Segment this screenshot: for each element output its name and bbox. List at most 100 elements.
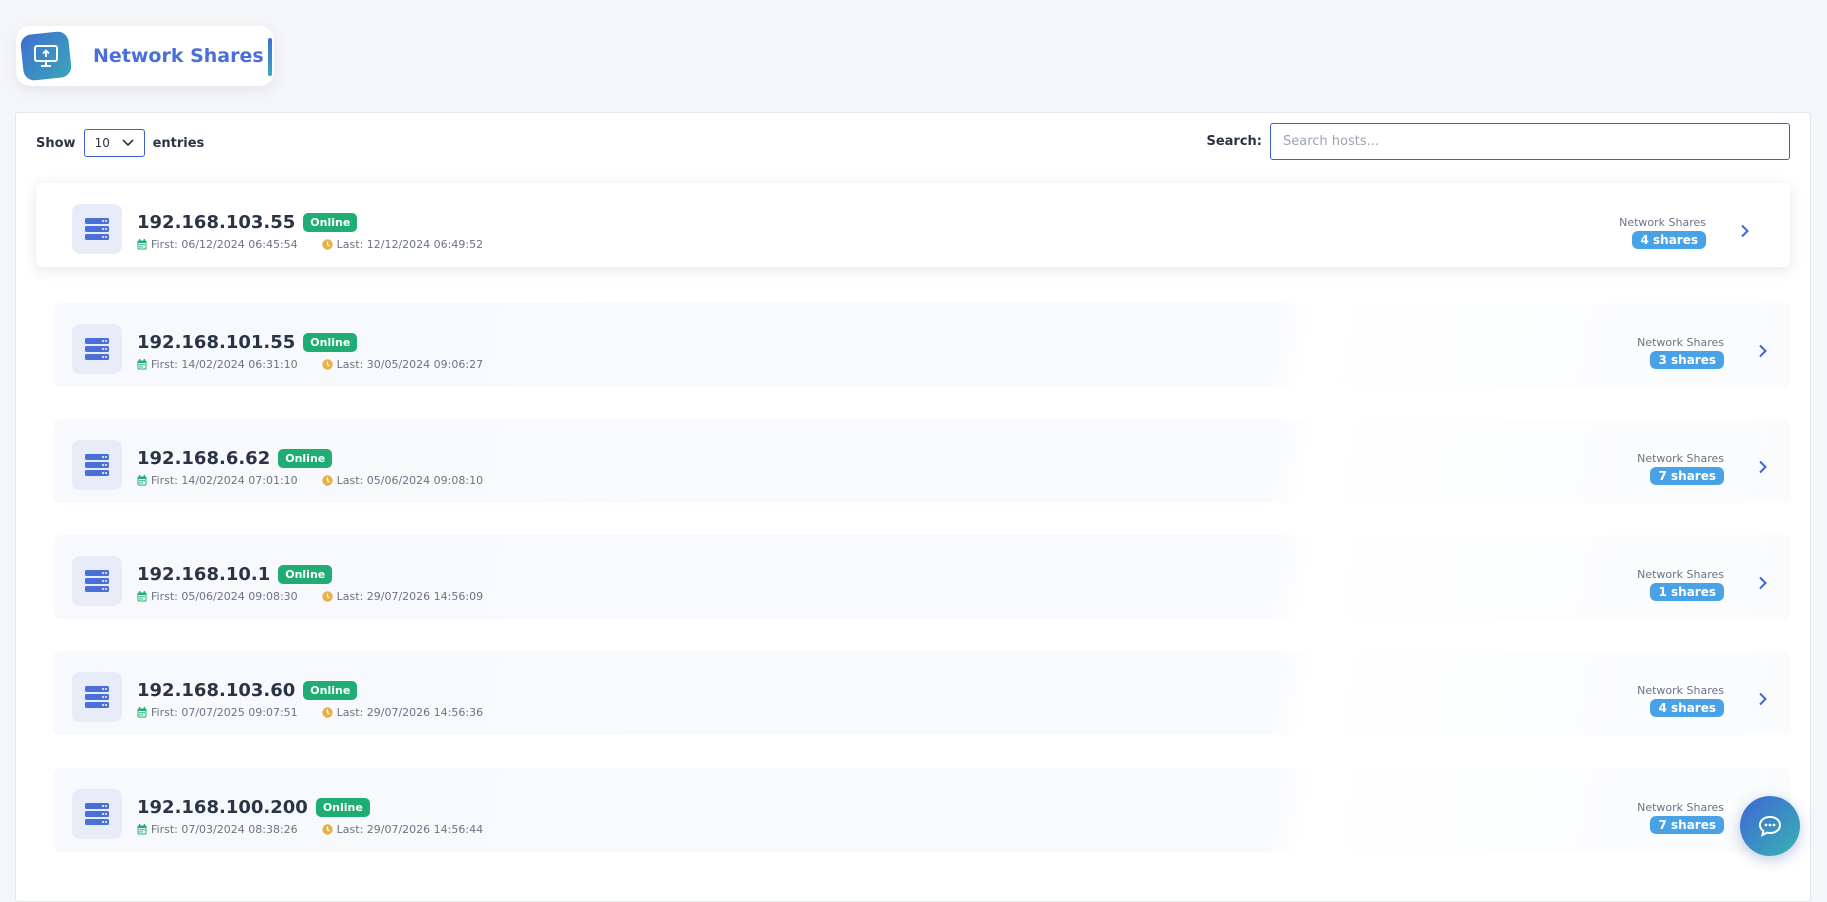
entries-select-value: 10 <box>94 136 110 150</box>
first-seen: First: 14/02/2024 07:01:10 <box>137 474 298 487</box>
clock-icon <box>321 359 333 370</box>
status-badge: Online <box>303 333 358 352</box>
host-ip: 192.168.101.55 <box>137 332 296 353</box>
host-row[interactable]: 192.168.10.1 Online First: 05/06/2024 09… <box>54 535 1790 619</box>
monitor-upload-icon <box>19 30 73 82</box>
last-seen: Last: 05/06/2024 09:08:10 <box>321 474 484 487</box>
host-title: 192.168.100.200 Online <box>137 797 370 818</box>
first-seen: First: 07/07/2025 09:07:51 <box>137 706 298 719</box>
entries-control: Show 10 entries <box>36 129 204 157</box>
shares-block: Network Shares 4 shares <box>1619 216 1706 249</box>
shares-label: Network Shares <box>1637 801 1724 814</box>
last-seen: Last: 29/07/2026 14:56:09 <box>321 590 484 603</box>
shares-block: Network Shares 7 shares <box>1637 452 1724 485</box>
last-seen-text: Last: 05/06/2024 09:08:10 <box>336 474 484 487</box>
clock-icon <box>321 824 333 835</box>
clock-icon <box>321 707 333 718</box>
shares-count-badge: 1 shares <box>1650 583 1724 601</box>
chevron-right-icon[interactable] <box>1758 460 1768 474</box>
shares-count-badge: 4 shares <box>1650 699 1724 717</box>
host-ip: 192.168.10.1 <box>137 564 271 585</box>
last-seen-text: Last: 29/07/2026 14:56:44 <box>336 823 484 836</box>
host-meta: First: 07/03/2024 08:38:26 Last: 29/07/2… <box>137 823 483 836</box>
last-seen-text: Last: 29/07/2026 14:56:09 <box>336 590 484 603</box>
first-seen-text: First: 14/02/2024 06:31:10 <box>151 358 298 371</box>
last-seen: Last: 29/07/2026 14:56:44 <box>321 823 484 836</box>
shares-count-badge: 7 shares <box>1650 816 1724 834</box>
host-title: 192.168.103.60 Online <box>137 680 358 701</box>
shares-label: Network Shares <box>1637 336 1724 349</box>
host-title: 192.168.103.55 Online <box>137 212 358 233</box>
hosts-card: Show 10 entries Search: 192.168.103.55 <box>15 112 1811 902</box>
first-seen-text: First: 05/06/2024 09:08:30 <box>151 590 298 603</box>
chat-bubble-icon <box>1758 815 1782 837</box>
entries-label: entries <box>152 135 205 151</box>
first-seen: First: 14/02/2024 06:31:10 <box>137 358 298 371</box>
last-seen: Last: 30/05/2024 09:06:27 <box>321 358 483 371</box>
status-badge: Online <box>303 213 358 232</box>
host-meta: First: 07/07/2025 09:07:51 Last: 29/07/2… <box>137 706 483 719</box>
server-icon <box>72 789 122 839</box>
chevron-right-icon[interactable] <box>1758 692 1768 706</box>
search-label: Search: <box>1206 134 1262 149</box>
clock-icon <box>321 239 333 250</box>
first-seen: First: 07/03/2024 08:38:26 <box>137 823 298 836</box>
host-ip: 192.168.103.60 <box>137 680 296 701</box>
last-seen: Last: 12/12/2024 06:49:52 <box>321 238 484 251</box>
server-icon <box>72 440 122 490</box>
first-seen-text: First: 07/07/2025 09:07:51 <box>151 706 298 719</box>
page-header: Network Shares <box>16 26 274 86</box>
header-accent <box>268 38 272 76</box>
calendar-icon <box>137 475 147 486</box>
host-row[interactable]: 192.168.103.55 Online First: 06/12/2024 … <box>36 183 1790 267</box>
calendar-icon <box>137 591 147 602</box>
shares-count-badge: 4 shares <box>1632 231 1706 249</box>
server-icon <box>72 324 122 374</box>
first-seen-text: First: 14/02/2024 07:01:10 <box>151 474 298 487</box>
last-seen: Last: 29/07/2026 14:56:36 <box>321 706 483 719</box>
clock-icon <box>321 475 333 486</box>
page-title: Network Shares <box>93 45 264 67</box>
calendar-icon <box>137 359 147 370</box>
first-seen-text: First: 06/12/2024 06:45:54 <box>151 238 298 251</box>
chevron-right-icon[interactable] <box>1740 224 1750 238</box>
entries-select[interactable]: 10 <box>83 129 145 157</box>
host-row[interactable]: 192.168.6.62 Online First: 14/02/2024 07… <box>54 419 1790 503</box>
shares-count-badge: 3 shares <box>1650 351 1724 369</box>
shares-label: Network Shares <box>1637 568 1724 581</box>
calendar-icon <box>137 239 147 250</box>
shares-block: Network Shares 4 shares <box>1637 684 1724 717</box>
status-badge: Online <box>315 798 370 817</box>
host-row[interactable]: 192.168.100.200 Online First: 07/03/2024… <box>54 768 1790 852</box>
calendar-icon <box>137 824 147 835</box>
server-icon <box>72 556 122 606</box>
server-icon <box>72 204 122 254</box>
shares-label: Network Shares <box>1637 684 1724 697</box>
host-row[interactable]: 192.168.103.60 Online First: 07/07/2025 … <box>54 651 1790 735</box>
shares-block: Network Shares 1 shares <box>1637 568 1724 601</box>
host-ip: 192.168.6.62 <box>137 448 271 469</box>
status-badge: Online <box>278 565 333 584</box>
host-meta: First: 06/12/2024 06:45:54 Last: 12/12/2… <box>137 238 483 251</box>
last-seen-text: Last: 12/12/2024 06:49:52 <box>336 238 484 251</box>
chevron-right-icon[interactable] <box>1758 576 1768 590</box>
shares-label: Network Shares <box>1637 452 1724 465</box>
host-row[interactable]: 192.168.101.55 Online First: 14/02/2024 … <box>54 303 1790 387</box>
host-meta: First: 05/06/2024 09:08:30 Last: 29/07/2… <box>137 590 483 603</box>
host-meta: First: 14/02/2024 06:31:10 Last: 30/05/2… <box>137 358 483 371</box>
first-seen: First: 05/06/2024 09:08:30 <box>137 590 298 603</box>
show-label: Show <box>36 135 76 151</box>
chevron-right-icon[interactable] <box>1758 344 1768 358</box>
clock-icon <box>321 591 333 602</box>
status-badge: Online <box>278 449 333 468</box>
status-badge: Online <box>303 681 358 700</box>
host-title: 192.168.101.55 Online <box>137 332 358 353</box>
server-icon <box>72 672 122 722</box>
first-seen: First: 06/12/2024 06:45:54 <box>137 238 298 251</box>
shares-block: Network Shares 3 shares <box>1637 336 1724 369</box>
host-meta: First: 14/02/2024 07:01:10 Last: 05/06/2… <box>137 474 483 487</box>
search-input[interactable] <box>1270 123 1790 160</box>
host-title: 192.168.10.1 Online <box>137 564 333 585</box>
chat-button[interactable] <box>1740 796 1800 856</box>
shares-label: Network Shares <box>1619 216 1706 229</box>
